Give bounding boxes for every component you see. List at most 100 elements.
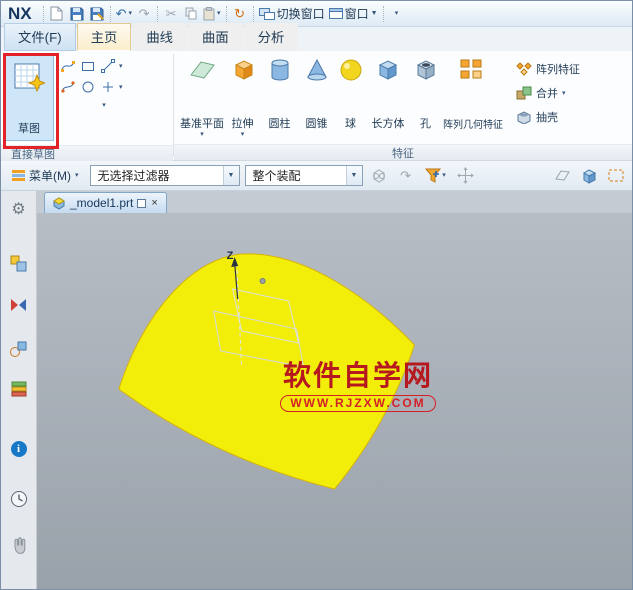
hole-button[interactable]: 孔: [410, 51, 441, 141]
watermark-title: 软件自学网: [282, 360, 433, 391]
tab-file[interactable]: 文件(F): [4, 23, 76, 51]
save-button[interactable]: [67, 3, 87, 25]
feature-label: 孔: [420, 118, 431, 130]
dropdown-icon[interactable]: ▾: [119, 84, 123, 91]
qat-customize-button[interactable]: ▾: [387, 3, 407, 25]
undo-button[interactable]: ↶ ▾: [114, 3, 134, 25]
watermark: 软件自学网 WWW.RJZXW.COM: [237, 360, 479, 412]
separator: [42, 5, 44, 22]
tab-options-icon[interactable]: [137, 198, 147, 208]
tab-curve[interactable]: 曲线: [132, 23, 187, 51]
profile-curve-icon: [61, 61, 75, 72]
tab-home[interactable]: 主页: [76, 23, 132, 51]
block-button[interactable]: 长方体: [366, 51, 410, 141]
sketch-button[interactable]: 草图: [4, 55, 54, 141]
sketch-button-label: 草图: [18, 123, 40, 135]
copy-icon: [185, 7, 197, 20]
dropdown-icon: ▾: [217, 10, 221, 17]
tab-surface[interactable]: 曲面: [188, 23, 243, 51]
profile-curve-button[interactable]: [59, 57, 77, 75]
repeat-command-button[interactable]: ↻: [230, 3, 250, 25]
window-icon: [328, 8, 343, 19]
z-axis-label: Z: [227, 250, 234, 262]
unite-icon: [516, 86, 532, 100]
save-all-button[interactable]: [87, 3, 107, 25]
dropdown-icon[interactable]: ▼: [345, 166, 362, 185]
gear-icon: ⚙: [11, 201, 26, 218]
snap-point-icon: [425, 168, 442, 183]
window-menu-button[interactable]: 窗口 ▼: [327, 3, 380, 25]
reuse-library-icon: [10, 341, 27, 357]
datum-plane-button[interactable]: 基准平面 ▾: [180, 51, 224, 141]
cut-button[interactable]: ✂: [161, 3, 181, 25]
sketch-tools-row: ▾: [59, 57, 123, 75]
separator: [382, 5, 384, 22]
pattern-geometry-button[interactable]: 阵列几何特征: [441, 51, 505, 141]
viewport-3d[interactable]: Z 软件自学网 WWW.RJZXW.COM: [37, 213, 632, 589]
move-object-button[interactable]: [455, 165, 477, 187]
sketch-tools-grid: ▾ ▾ ▾: [57, 51, 125, 111]
part-tab-bar: _model1.prt ×: [37, 191, 632, 213]
feature-label: 长方体: [371, 118, 405, 130]
dropdown-icon[interactable]: ▾: [119, 63, 123, 70]
rectangle-button[interactable]: [79, 57, 97, 75]
shell-button[interactable]: 抽壳: [513, 107, 583, 127]
dropdown-icon: ▾: [240, 131, 245, 138]
snap-point-button[interactable]: ▾: [422, 165, 450, 187]
reuse-library-button[interactable]: [6, 337, 32, 361]
roles-gear-button[interactable]: ⚙: [6, 197, 32, 221]
tab-close-button[interactable]: ×: [150, 197, 158, 209]
nx-logo: NX: [8, 3, 32, 23]
studio-spline-button[interactable]: [59, 78, 77, 96]
redo-button[interactable]: ↷: [134, 3, 154, 25]
extrude-button[interactable]: 拉伸 ▾: [224, 51, 261, 141]
constraint-navigator-button[interactable]: [6, 293, 32, 317]
paste-button[interactable]: ▾: [201, 3, 223, 25]
part-tab[interactable]: _model1.prt ×: [44, 192, 167, 213]
cone-button[interactable]: 圆锥: [298, 51, 335, 141]
more-sketch-tools-button[interactable]: ▾: [97, 99, 111, 111]
nx-window: NX ↶ ▾ ↷ ✂ ▾ ↻ 切换窗口 窗口 ▼ ▾ 文件(F) 主页 曲线 曲…: [0, 0, 633, 590]
switch-window-button[interactable]: 切换窗口: [257, 3, 327, 25]
line-button[interactable]: [99, 57, 117, 75]
circle-button[interactable]: [79, 78, 97, 96]
menu-button[interactable]: 菜单(M) ▾: [6, 165, 85, 187]
new-file-button[interactable]: [47, 3, 67, 25]
work-plane-button[interactable]: [551, 165, 573, 187]
switch-window-label: 切换窗口: [276, 7, 325, 21]
watermark-url: WWW.RJZXW.COM: [280, 394, 436, 412]
deselect-button[interactable]: ↷: [395, 165, 417, 187]
qat-customize-icon: ▾: [394, 10, 399, 17]
point-button[interactable]: [99, 78, 117, 96]
cylinder-button[interactable]: 圆柱: [261, 51, 298, 141]
feature-group: 基准平面 ▾ 拉伸 ▾ 圆柱 圆锥 球 长方体 孔 阵列几何特征 阵列特征 合并…: [174, 51, 632, 160]
feature-group-label: 特征: [174, 144, 632, 160]
touch-mode-button[interactable]: [6, 533, 32, 557]
pattern-feature-button[interactable]: 阵列特征: [513, 59, 583, 79]
window-menu-label: 窗口: [344, 7, 369, 21]
help-info-button[interactable]: i: [6, 437, 32, 461]
new-file-icon: [50, 6, 63, 21]
copy-button[interactable]: [181, 3, 201, 25]
dropdown-icon[interactable]: ▼: [222, 166, 239, 185]
highlight-selection-button[interactable]: [368, 165, 390, 187]
history-palette-button[interactable]: [6, 377, 32, 401]
sphere-button[interactable]: 球: [335, 51, 366, 141]
pattern-feature-icon: [516, 62, 532, 76]
save-icon: [70, 7, 84, 20]
shaded-view-button[interactable]: [578, 165, 600, 187]
dropdown-icon: ▼: [370, 10, 378, 17]
dropdown-icon: ▾: [128, 10, 133, 17]
tab-analysis[interactable]: 分析: [243, 23, 299, 51]
group-label-text: 直接草图: [11, 148, 55, 161]
feature-label: 阵列几何特征: [443, 120, 503, 131]
history-clock-button[interactable]: [6, 487, 32, 511]
rectangle-icon: [82, 62, 94, 71]
small-feature-label: 抽壳: [536, 112, 558, 124]
sketch-tools-row: ▾: [59, 78, 123, 96]
selection-scope-dropdown[interactable]: 整个装配 ▼: [244, 165, 363, 186]
selection-filter-dropdown[interactable]: 无选择过滤器 ▼: [89, 165, 240, 186]
part-navigator-button[interactable]: [6, 251, 32, 275]
rectangle-select-button[interactable]: [605, 165, 627, 187]
unite-button[interactable]: 合并 ▾: [513, 83, 583, 103]
